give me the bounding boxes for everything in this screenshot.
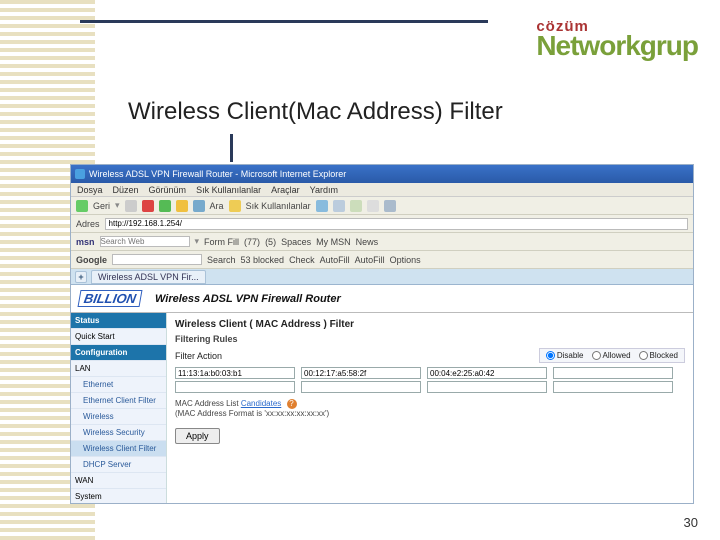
msn-item[interactable]: News (356, 237, 379, 247)
msn-item[interactable]: My MSN (316, 237, 351, 247)
mac-list-label: MAC Address List (175, 399, 239, 408)
msn-item[interactable]: (77) (244, 237, 260, 247)
stop-icon[interactable] (142, 200, 154, 212)
mail-icon[interactable] (333, 200, 345, 212)
window-title: Wireless ADSL VPN Firewall Router - Micr… (89, 169, 346, 179)
menu-item[interactable]: Düzen (113, 185, 139, 195)
mac-input[interactable] (301, 381, 421, 393)
address-bar-row: Adres (71, 215, 693, 233)
radio-blocked[interactable]: Blocked (639, 351, 678, 360)
router-main: Wireless Client ( MAC Address ) Filter F… (167, 313, 693, 504)
logo: cözüm Networkgrup (536, 18, 698, 57)
menubar: Dosya Düzen Görünüm Sık Kullanılanlar Ar… (71, 183, 693, 197)
google-item[interactable]: Options (390, 255, 421, 265)
router-sidebar: StatusQuick StartConfigurationLANEtherne… (71, 313, 167, 504)
logo-line2: Networkgrup (536, 35, 698, 57)
address-label: Adres (76, 219, 100, 229)
google-item[interactable]: Search (207, 255, 236, 265)
menu-item[interactable]: Sık Kullanılanlar (196, 185, 261, 195)
msn-search-input[interactable] (100, 236, 190, 247)
msn-item[interactable]: Form Fill (204, 237, 239, 247)
search-label[interactable]: Ara (210, 201, 224, 211)
mac-input[interactable] (553, 381, 673, 393)
sidebar-item[interactable]: WAN (71, 473, 166, 489)
mac-grid (175, 367, 685, 393)
brand-logo: BILLION (78, 290, 143, 307)
msn-toolbar: msn ▾ Form Fill (77) (5) Spaces My MSN N… (71, 233, 693, 251)
refresh-icon[interactable] (159, 200, 171, 212)
slide-title: Wireless Client(Mac Address) Filter (128, 98, 503, 126)
radio-blocked-input[interactable] (639, 351, 648, 360)
search-icon[interactable] (193, 200, 205, 212)
menu-item[interactable]: Yardım (310, 185, 338, 195)
mac-input[interactable] (301, 367, 421, 379)
slide-top-rule (80, 20, 488, 23)
google-item[interactable]: Check (289, 255, 315, 265)
candidates-link[interactable]: Candidates (241, 399, 281, 408)
tab-label: Wireless ADSL VPN Fir... (98, 272, 199, 282)
sidebar-item[interactable]: Quick Start (71, 329, 166, 345)
format-note: (MAC Address Format is 'xx:xx:xx:xx:xx:x… (175, 409, 329, 418)
filter-radio-group: Disable Allowed Blocked (539, 348, 685, 363)
msn-item[interactable]: (5) (265, 237, 276, 247)
menu-item[interactable]: Araçlar (271, 185, 300, 195)
product-name: Wireless ADSL VPN Firewall Router (155, 293, 341, 305)
edit-icon[interactable] (367, 200, 379, 212)
filter-action-label: Filter Action (175, 351, 222, 361)
page-number: 30 (684, 515, 698, 530)
favorites-icon[interactable] (229, 200, 241, 212)
radio-allowed-input[interactable] (592, 351, 601, 360)
forward-icon[interactable] (125, 200, 137, 212)
window-titlebar: Wireless ADSL VPN Firewall Router - Micr… (71, 165, 693, 183)
google-label: Google (76, 255, 107, 265)
mac-input[interactable] (175, 367, 295, 379)
back-label[interactable]: Geri (93, 201, 110, 211)
mac-input[interactable] (427, 381, 547, 393)
radio-disable[interactable]: Disable (546, 351, 584, 360)
sidebar-item[interactable]: Wireless Security (71, 425, 166, 441)
menu-item[interactable]: Dosya (77, 185, 103, 195)
sidebar-item[interactable]: DHCP Server (71, 457, 166, 473)
radio-disable-input[interactable] (546, 351, 555, 360)
sidebar-item[interactable]: LAN (71, 361, 166, 377)
sidebar-item[interactable]: System (71, 489, 166, 504)
page-heading: Wireless Client ( MAC Address ) Filter (175, 319, 685, 330)
help-icon[interactable]: ? (287, 399, 297, 409)
history-icon[interactable] (316, 200, 328, 212)
subheading: Filtering Rules (175, 334, 685, 344)
slide-mid-rule (230, 134, 233, 162)
apply-button[interactable]: Apply (175, 428, 220, 444)
home-icon[interactable] (176, 200, 188, 212)
google-search-input[interactable] (112, 254, 202, 265)
back-icon[interactable] (76, 200, 88, 212)
nav-toolbar: Geri ▾ Ara Sık Kullanılanlar (71, 197, 693, 215)
radio-allowed[interactable]: Allowed (592, 351, 631, 360)
print-icon[interactable] (350, 200, 362, 212)
ie-icon (75, 169, 85, 179)
google-toolbar: Google Search 53 blocked Check AutoFill … (71, 251, 693, 269)
msn-item[interactable]: Spaces (281, 237, 311, 247)
sidebar-item[interactable]: Wireless Client Filter (71, 441, 166, 457)
mac-input[interactable] (175, 381, 295, 393)
browser-window: Wireless ADSL VPN Firewall Router - Micr… (70, 164, 694, 504)
router-header: BILLION Wireless ADSL VPN Firewall Route… (71, 285, 693, 313)
msn-label: msn (76, 237, 95, 247)
mac-input[interactable] (553, 367, 673, 379)
google-item[interactable]: AutoFill (320, 255, 350, 265)
sidebar-item[interactable]: Configuration (71, 345, 166, 361)
tab-active[interactable]: Wireless ADSL VPN Fir... (91, 270, 206, 284)
menu-item[interactable]: Görünüm (149, 185, 187, 195)
address-input[interactable] (105, 218, 688, 230)
sidebar-item[interactable]: Ethernet (71, 377, 166, 393)
google-item[interactable]: 53 blocked (241, 255, 285, 265)
mac-input[interactable] (427, 367, 547, 379)
new-tab-button[interactable]: + (75, 271, 87, 283)
sidebar-item[interactable]: Wireless (71, 409, 166, 425)
sidebar-item[interactable]: Ethernet Client Filter (71, 393, 166, 409)
discuss-icon[interactable] (384, 200, 396, 212)
tabs-bar: + Wireless ADSL VPN Fir... (71, 269, 693, 285)
sidebar-item[interactable]: Status (71, 313, 166, 329)
favorites-label[interactable]: Sık Kullanılanlar (246, 201, 311, 211)
google-item[interactable]: AutoFill (355, 255, 385, 265)
